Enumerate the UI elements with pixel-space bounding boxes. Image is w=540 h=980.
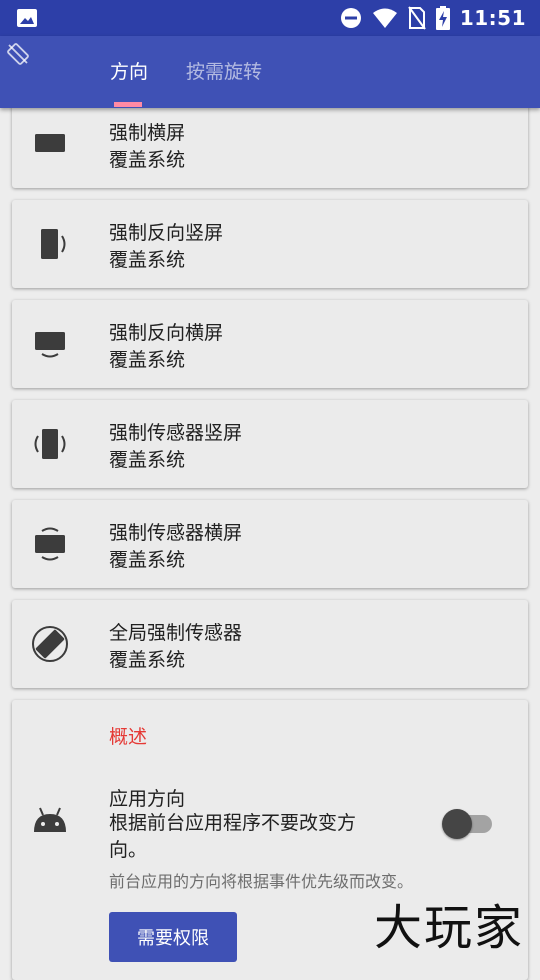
- item-force-sensor-landscape[interactable]: 强制传感器横屏 覆盖系统: [12, 500, 528, 588]
- item-force-reverse-portrait[interactable]: 强制反向竖屏 覆盖系统: [12, 200, 528, 288]
- item-title: 全局强制传感器: [109, 622, 243, 644]
- item-global-force-sensor[interactable]: 全局强制传感器 覆盖系统: [12, 600, 528, 688]
- item-subtitle: 覆盖系统: [109, 249, 186, 271]
- app-bar: 方向 按需旋转: [0, 36, 540, 108]
- toggle-thumb: [442, 809, 472, 839]
- battery-charging-icon: [435, 6, 450, 30]
- app-orientation-toggle[interactable]: [442, 808, 496, 839]
- rotation-lock-icon[interactable]: [6, 42, 30, 66]
- status-bar: 11:51: [0, 0, 540, 36]
- app-orientation-summary: 根据前台应用程序不要改变方向。: [109, 812, 357, 861]
- item-title: 强制传感器竖屏: [109, 422, 243, 444]
- reverse-landscape-icon: [35, 332, 65, 358]
- item-force-reverse-landscape[interactable]: 强制反向横屏 覆盖系统: [12, 300, 528, 388]
- permission-button[interactable]: 需要权限: [109, 912, 237, 962]
- item-force-sensor-portrait[interactable]: 强制传感器竖屏 覆盖系统: [12, 400, 528, 488]
- sensor-landscape-icon: [35, 527, 65, 561]
- item-subtitle: 覆盖系统: [109, 149, 186, 171]
- status-time: 11:51: [459, 6, 526, 30]
- tab-on-demand-rotation[interactable]: 按需旋转: [186, 36, 262, 108]
- watermark-logo: 大玩家: [374, 900, 525, 956]
- item-title: 强制反向横屏: [109, 322, 224, 344]
- no-sim-icon: [408, 6, 426, 30]
- item-subtitle: 覆盖系统: [109, 549, 186, 571]
- app-orientation-title: 应用方向: [109, 788, 186, 810]
- section-header: 概述: [109, 726, 148, 748]
- item-title: 强制反向竖屏: [109, 222, 224, 244]
- landscape-icon: [35, 134, 65, 152]
- item-subtitle: 覆盖系统: [109, 449, 186, 471]
- reverse-portrait-icon: [41, 229, 66, 259]
- tab-indicator: [114, 102, 142, 107]
- full-sensor-icon: [32, 626, 68, 662]
- image-notification-icon: [17, 9, 37, 27]
- android-icon: [34, 807, 66, 832]
- wifi-icon: [372, 8, 397, 28]
- item-force-landscape[interactable]: 强制横屏 覆盖系统: [12, 100, 528, 188]
- tab-orientation[interactable]: 方向: [110, 36, 148, 108]
- dnd-icon: [340, 8, 361, 28]
- item-title: 强制传感器横屏: [109, 522, 243, 544]
- app-orientation-hint: 前台应用的方向将根据事件优先级而改变。: [109, 872, 414, 891]
- item-subtitle: 覆盖系统: [109, 649, 186, 671]
- item-subtitle: 覆盖系统: [109, 349, 186, 371]
- sensor-portrait-icon: [34, 429, 66, 459]
- item-title: 强制横屏: [109, 122, 186, 144]
